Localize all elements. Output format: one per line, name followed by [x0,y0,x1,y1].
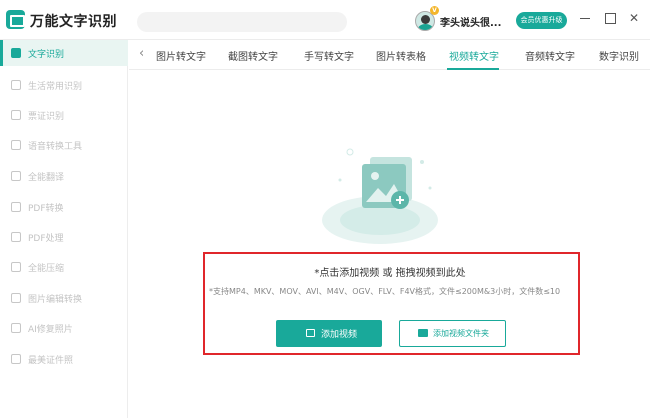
username[interactable]: 李头说头很... [440,14,501,29]
sidebar-item-label: 全能翻译 [28,173,65,183]
image-edit-icon [11,293,21,303]
sidebar: 文字识别 生活常用识别 票证识别 语音转换工具 全能翻译 PDF转换 PDF处理… [0,40,128,418]
sidebar-item-label: AI修复照片 [28,325,73,335]
daily-recognition-icon [11,80,21,90]
folder-icon [418,329,428,337]
sidebar-item-label: PDF转换 [28,204,64,214]
video-upload-illustration [322,148,438,244]
tab-image-to-table[interactable]: 图片转表格 [376,48,426,63]
sidebar-item-label: 文字识别 [28,50,65,60]
add-video-button[interactable]: 添加视频 [276,320,382,347]
sidebar-item-label: 语音转换工具 [28,142,83,152]
sidebar-item-ticket-recognition[interactable]: 票证识别 [0,102,128,128]
tab-number-recognition[interactable]: 数字识别 [599,48,639,63]
add-video-folder-label: 添加视频文件夹 [433,329,489,338]
app-logo-icon [6,10,25,29]
sidebar-item-image-edit[interactable]: 图片编辑转换 [0,285,128,311]
vip-badge: V [430,6,439,15]
sidebar-item-translate[interactable]: 全能翻译 [0,163,128,189]
sidebar-item-text-recognition[interactable]: 文字识别 [0,40,128,66]
tab-bar: ‹ 图片转文字 截图转文字 手写转文字 图片转表格 视频转文字 音频转文字 数字… [129,40,650,70]
ticket-icon [11,110,21,120]
header-search-box[interactable] [137,12,347,32]
title-bar: 万能文字识别 V 李头说头很... 会员优惠升级 ✕ [0,0,650,40]
sidebar-item-label: 图片编辑转换 [28,295,83,305]
sidebar-item-label: 最美证件照 [28,356,74,366]
id-photo-icon [11,354,21,364]
sidebar-item-voice-tools[interactable]: 语音转换工具 [0,132,128,158]
add-video-folder-button[interactable]: 添加视频文件夹 [399,320,506,347]
voice-icon [11,140,21,150]
ai-repair-icon [11,323,21,333]
pdf-convert-icon [11,202,21,212]
minimize-icon[interactable] [578,10,592,26]
text-recognition-icon [11,48,21,58]
upgrade-button[interactable]: 会员优惠升级 [516,12,567,29]
sidebar-item-label: 票证识别 [28,112,65,122]
supported-formats-hint: *支持MP4、MKV、MOV、AVI、M4V、OGV、FLV、F4V格式，文件≤… [209,287,561,296]
sidebar-item-daily-recognition[interactable]: 生活常用识别 [0,72,128,98]
tab-image-to-text[interactable]: 图片转文字 [156,48,206,63]
tab-audio-to-text[interactable]: 音频转文字 [525,48,575,63]
tab-video-to-text[interactable]: 视频转文字 [449,48,499,63]
tab-handwriting-to-text[interactable]: 手写转文字 [304,48,354,63]
sidebar-item-id-photo[interactable]: 最美证件照 [0,346,128,372]
translate-icon [11,171,21,181]
sidebar-item-pdf-process[interactable]: PDF处理 [0,224,128,250]
video-icon [306,329,315,337]
close-icon[interactable]: ✕ [627,10,641,26]
add-video-label: 添加视频 [321,330,358,340]
drop-zone-title[interactable]: *点击添加视频 或 拖拽视频到此处 [0,264,650,279]
sidebar-item-ai-photo-repair[interactable]: AI修复照片 [0,315,128,341]
sidebar-item-label: PDF处理 [28,234,64,244]
tab-screenshot-to-text[interactable]: 截图转文字 [228,48,278,63]
maximize-icon[interactable] [603,10,617,26]
pdf-process-icon [11,232,21,242]
chevron-left-icon[interactable]: ‹ [139,47,144,61]
sidebar-item-pdf-convert[interactable]: PDF转换 [0,194,128,220]
sidebar-item-label: 生活常用识别 [28,82,83,92]
app-title: 万能文字识别 [30,14,117,30]
active-tab-indicator [447,68,499,70]
